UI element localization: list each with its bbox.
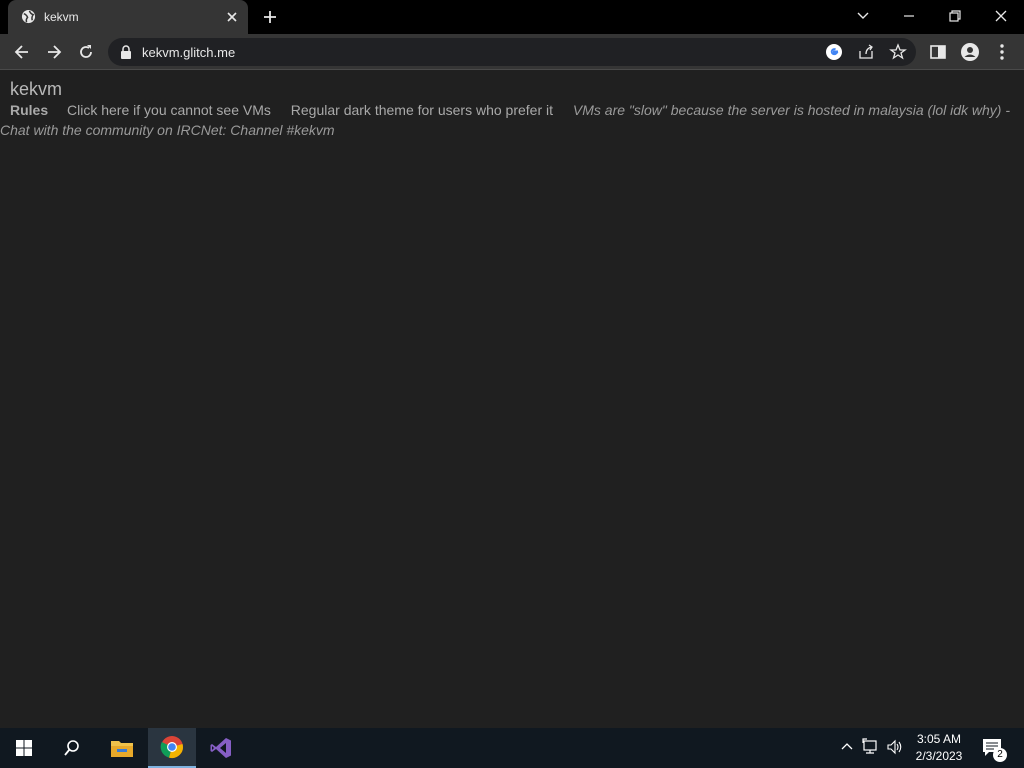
address-bar[interactable]: kekvm.glitch.me — [108, 38, 916, 66]
tab-search-chevron-icon[interactable] — [853, 6, 873, 26]
show-hidden-icons-chevron[interactable] — [838, 738, 856, 756]
reload-icon[interactable] — [76, 42, 96, 62]
minimize-icon[interactable] — [899, 6, 919, 26]
cannot-see-vms-link[interactable]: Click here if you cannot see VMs — [67, 102, 271, 118]
google-icon[interactable] — [825, 43, 843, 61]
side-panel-icon[interactable] — [928, 42, 948, 62]
tab-title: kekvm — [44, 10, 79, 24]
back-icon[interactable] — [12, 42, 32, 62]
start-button[interactable] — [0, 728, 48, 768]
forward-icon[interactable] — [44, 42, 64, 62]
url-text[interactable]: kekvm.glitch.me — [142, 45, 235, 60]
search-icon — [64, 740, 79, 756]
browser-titlebar: kekvm — [0, 0, 1024, 34]
globe-icon — [21, 9, 36, 24]
search-button[interactable] — [48, 728, 96, 768]
bookmark-star-icon[interactable] — [889, 43, 907, 61]
share-icon[interactable] — [857, 43, 875, 61]
profile-icon[interactable] — [960, 42, 980, 62]
dark-theme-link[interactable]: Regular dark theme for users who prefer … — [291, 102, 553, 118]
browser-tab[interactable]: kekvm — [8, 0, 248, 34]
visual-studio-button[interactable] — [197, 728, 245, 768]
site-nav: Rules Click here if you cannot see VMs R… — [0, 100, 1010, 140]
visual-studio-icon — [210, 738, 231, 758]
start-icon — [16, 740, 32, 756]
system-clock[interactable]: 3:05 AM 2/3/2023 — [906, 731, 972, 765]
file-explorer-icon — [111, 741, 133, 757]
clock-date: 2/3/2023 — [915, 749, 963, 763]
restore-icon[interactable] — [945, 6, 965, 26]
rules-link[interactable]: Rules — [10, 102, 48, 118]
close-window-icon[interactable] — [991, 6, 1011, 26]
site-title: kekvm — [10, 79, 63, 99]
chrome-icon — [160, 736, 183, 758]
clock-time: 3:05 AM — [916, 732, 962, 746]
close-tab-icon[interactable] — [224, 9, 240, 25]
page-content: kekvm Rules Click here if you cannot see… — [0, 71, 1024, 728]
lock-icon[interactable] — [120, 45, 132, 59]
chrome-button[interactable] — [148, 728, 196, 768]
volume-icon[interactable] — [886, 738, 904, 756]
browser-toolbar: kekvm.glitch.me — [0, 34, 1024, 70]
taskbar: 3:05 AM 2/3/2023 — [0, 728, 1024, 768]
network-icon[interactable] — [862, 738, 880, 756]
new-tab-icon[interactable] — [261, 8, 279, 26]
file-explorer-button[interactable] — [98, 728, 146, 768]
notification-count-badge: 2 — [993, 748, 1007, 762]
menu-kebab-icon[interactable] — [992, 42, 1012, 62]
